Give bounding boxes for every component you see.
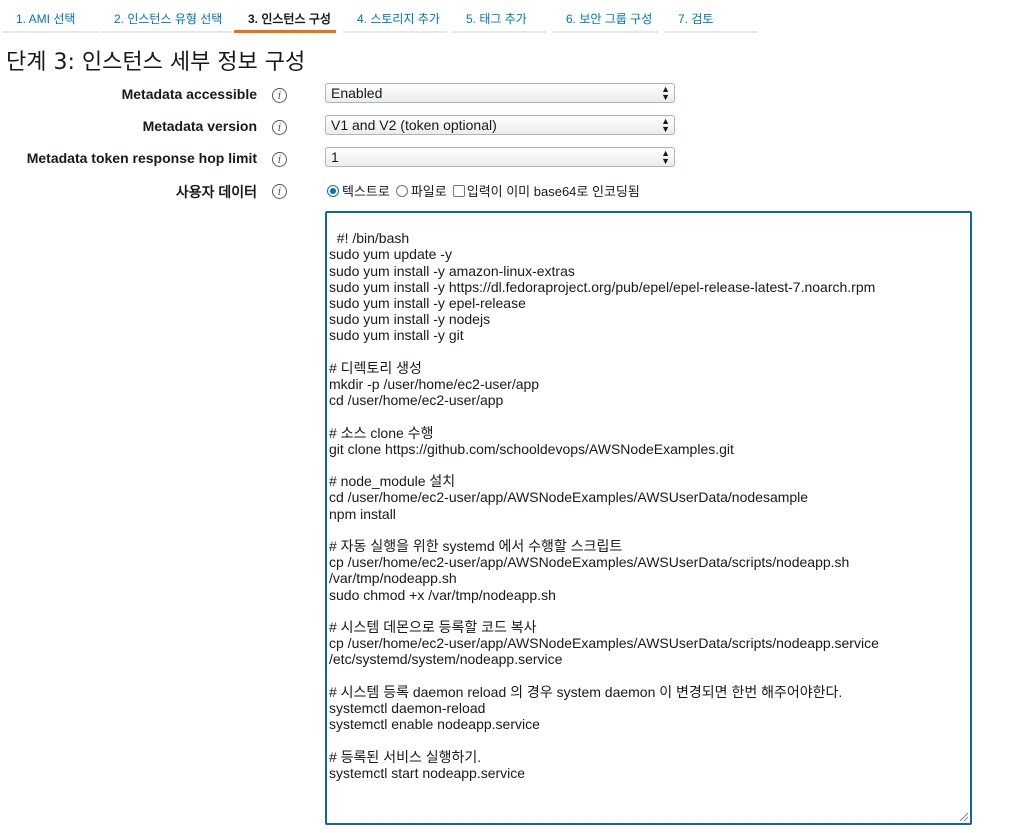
user-data-as-file-label[interactable]: 파일로	[411, 181, 447, 200]
user-data-as-file-radio[interactable]	[395, 184, 408, 197]
user-data-info-icon[interactable]: i	[272, 184, 287, 199]
tab-review[interactable]: 7. 검토	[664, 0, 758, 33]
tab-add-tags[interactable]: 5. 태그 추가	[452, 0, 546, 33]
metadata-version-select[interactable]: V1 and V2 (token optional) ▲ ▼	[325, 115, 675, 135]
tab-choose-ami[interactable]: 1. AMI 선택	[2, 0, 98, 33]
user-data-input-options: 텍스트로 파일로 입력이 이미 base64로 인코딩됨	[327, 181, 646, 200]
resize-handle-icon[interactable]	[960, 813, 968, 821]
user-data-textarea[interactable]: #! /bin/bash sudo yum update -y sudo yum…	[325, 211, 972, 825]
metadata-version-value: V1 and V2 (token optional)	[331, 117, 497, 133]
select-arrows-icon: ▲ ▼	[661, 148, 670, 166]
user-data-label: 사용자 데이터	[175, 184, 257, 200]
page-title: 단계 3: 인스턴스 세부 정보 구성	[6, 50, 306, 75]
metadata-accessible-label: Metadata accessible	[121, 86, 257, 102]
tab-configure-security-group[interactable]: 6. 보안 그룹 구성	[552, 0, 658, 33]
metadata-accessible-select[interactable]: Enabled ▲ ▼	[325, 83, 675, 103]
metadata-version-info-icon[interactable]: i	[272, 120, 287, 135]
hop-limit-label: Metadata token response hop limit	[26, 150, 257, 166]
hop-limit-info-icon[interactable]: i	[272, 152, 287, 167]
metadata-version-label: Metadata version	[142, 118, 257, 134]
user-data-as-text-radio[interactable]	[327, 184, 339, 197]
tab-configure-instance[interactable]: 3. 인스턴스 구성	[234, 0, 336, 33]
wizard-step-tabs: 1. AMI 선택 2. 인스턴스 유형 선택 3. 인스턴스 구성 4. 스토…	[0, 0, 1025, 36]
base64-encoded-checkbox[interactable]	[452, 184, 465, 197]
tab-add-storage[interactable]: 4. 스토리지 추가	[343, 0, 447, 33]
user-data-content: #! /bin/bash sudo yum update -y sudo yum…	[329, 230, 879, 781]
user-data-as-text-label[interactable]: 텍스트로	[342, 181, 390, 200]
hop-limit-value: 1	[331, 149, 339, 165]
metadata-accessible-info-icon[interactable]: i	[272, 88, 287, 103]
select-arrows-icon: ▲ ▼	[661, 116, 670, 134]
tab-choose-instance-type[interactable]: 2. 인스턴스 유형 선택	[100, 0, 232, 33]
hop-limit-select[interactable]: 1 ▲ ▼	[325, 147, 675, 167]
base64-encoded-label[interactable]: 입력이 이미 base64로 인코딩됨	[467, 181, 640, 200]
select-arrows-icon: ▲ ▼	[661, 84, 670, 102]
metadata-accessible-value: Enabled	[331, 85, 383, 101]
